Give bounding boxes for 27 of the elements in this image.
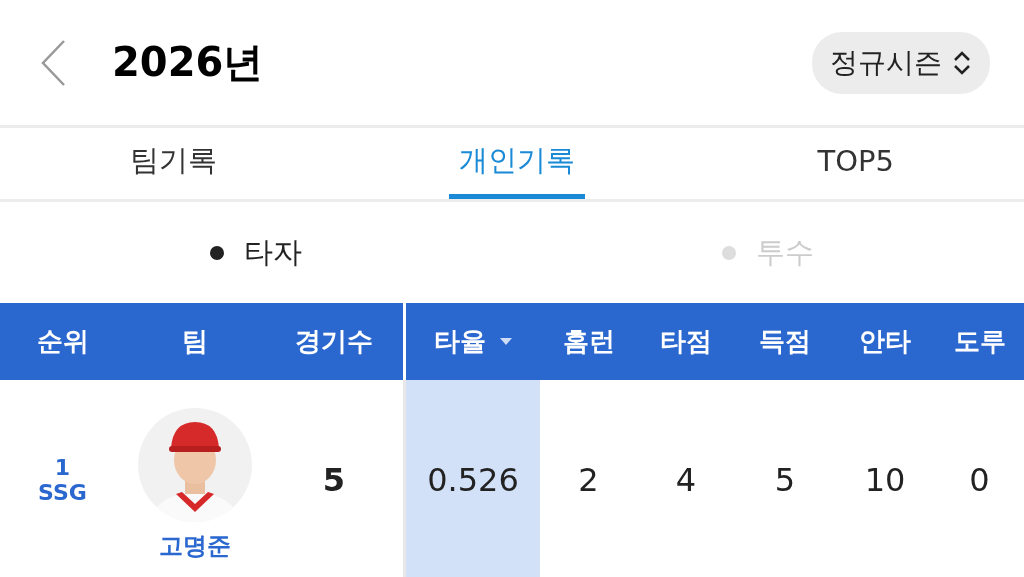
rank: 1	[54, 455, 71, 480]
stat-value: 4	[675, 461, 697, 499]
team-name: SSG	[38, 480, 87, 505]
stat-value: 2	[578, 461, 599, 499]
column-header[interactable]: 경기수	[289, 323, 379, 360]
tab[interactable]: TOP5	[807, 128, 904, 199]
games-count: 5	[322, 461, 346, 499]
tab[interactable]: 개인기록	[449, 128, 586, 199]
stat-value: 0.526	[427, 461, 519, 499]
back-icon[interactable]	[40, 38, 66, 87]
column-header[interactable]: 타율	[428, 323, 518, 360]
page-title: 2026년	[112, 38, 265, 87]
position-tab[interactable]: 타자	[0, 202, 512, 303]
column-header[interactable]: 도루	[947, 323, 1012, 360]
tab[interactable]: 팀기록	[120, 128, 227, 199]
sort-down-icon	[500, 337, 512, 346]
column-header[interactable]: 득점	[753, 323, 817, 360]
column-header[interactable]: 안타	[853, 323, 917, 360]
column-header[interactable]: 타점	[654, 323, 718, 360]
column-header[interactable]: 홈런	[556, 323, 621, 360]
column-header[interactable]: 순위	[30, 323, 95, 360]
player-name[interactable]: 고명준	[159, 530, 231, 562]
stat-value: 5	[774, 461, 796, 499]
stat-value: 10	[864, 461, 906, 499]
season-dropdown[interactable]: 정규시즌	[812, 31, 990, 94]
stat-value: 0	[969, 461, 990, 499]
column-header[interactable]: 팀	[176, 323, 214, 360]
